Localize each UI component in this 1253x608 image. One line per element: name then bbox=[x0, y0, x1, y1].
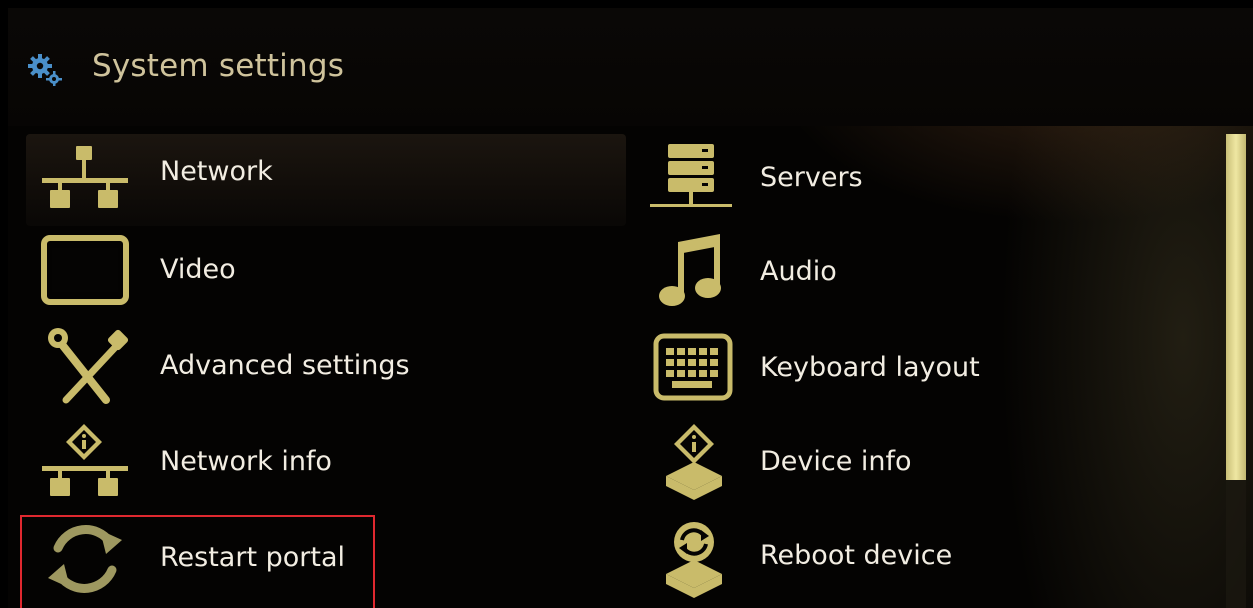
menu-item-label: Network info bbox=[160, 446, 332, 477]
header-bar: System settings bbox=[8, 8, 1253, 126]
settings-window: System settings Network Video Advanced s… bbox=[8, 8, 1253, 608]
menu-item-label: Advanced settings bbox=[160, 350, 410, 381]
menu-item-servers[interactable]: Servers bbox=[644, 134, 1204, 222]
menu-item-network[interactable]: Network bbox=[36, 130, 596, 218]
menu-item-label: Servers bbox=[760, 162, 863, 193]
menu-item-audio[interactable]: Audio bbox=[644, 228, 1204, 316]
menu-item-video[interactable]: Video bbox=[36, 226, 596, 314]
menu-item-keyboard-layout[interactable]: Keyboard layout bbox=[644, 324, 1204, 412]
page-title: System settings bbox=[92, 48, 345, 84]
scrollbar-thumb[interactable] bbox=[1226, 134, 1246, 480]
menu-item-reboot-device[interactable]: Reboot device bbox=[644, 512, 1204, 600]
menu-item-label: Network bbox=[160, 156, 273, 187]
keyboard-icon bbox=[644, 324, 740, 412]
server-icon bbox=[644, 134, 740, 222]
menu-item-device-info[interactable]: Device info bbox=[644, 418, 1204, 506]
music-note-icon bbox=[644, 228, 740, 316]
menu-item-advanced-settings[interactable]: Advanced settings bbox=[36, 322, 596, 410]
monitor-icon bbox=[36, 226, 132, 314]
scrollbar[interactable] bbox=[1226, 134, 1246, 608]
menu-item-network-info[interactable]: Network info bbox=[36, 418, 596, 506]
menu-item-label: Device info bbox=[760, 446, 912, 477]
gears-icon bbox=[28, 54, 62, 86]
network-icon bbox=[36, 130, 132, 218]
reboot-icon bbox=[644, 512, 740, 600]
menu-item-label: Reboot device bbox=[760, 540, 953, 571]
menu-item-label: Keyboard layout bbox=[760, 352, 980, 383]
menu-item-label: Audio bbox=[760, 256, 837, 287]
menu-item-label: Video bbox=[160, 254, 236, 285]
network-info-icon bbox=[36, 418, 132, 506]
device-info-icon bbox=[644, 418, 740, 506]
highlight-annotation bbox=[20, 515, 375, 608]
tools-icon bbox=[36, 322, 132, 410]
tv-screen: System settings Network Video Advanced s… bbox=[0, 0, 1253, 608]
